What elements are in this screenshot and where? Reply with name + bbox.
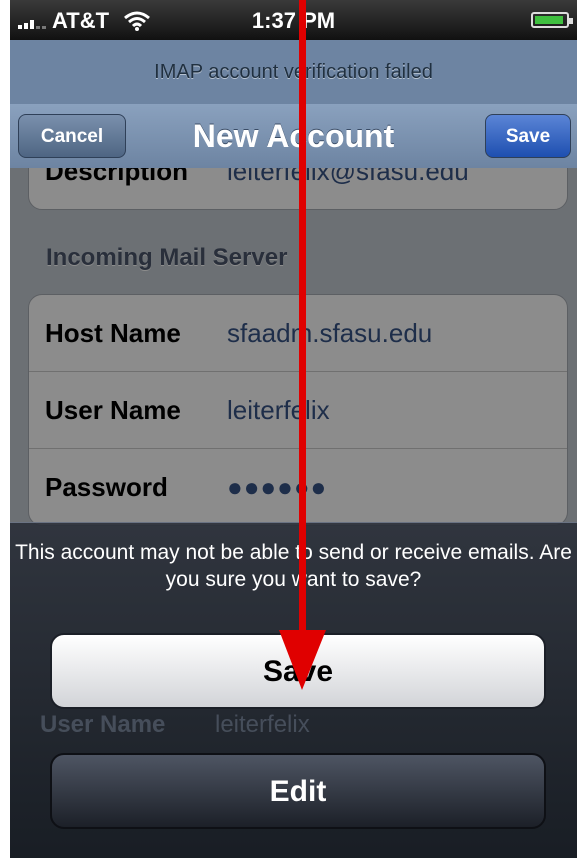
edit-button[interactable]: Edit [50,753,546,829]
obscured-user-name-row: User Name leiterfelix [40,711,310,739]
confirm-save-button[interactable]: Save [50,633,546,709]
obscured-user-name-value: leiterfelix [215,711,310,738]
nav-save-button[interactable]: Save [485,114,571,158]
battery-icon [531,12,573,28]
navigation-bar: Cancel New Account Save [10,104,577,168]
status-time: 1:37 PM [251,8,336,33]
action-sheet: This account may not be able to send or … [10,522,577,858]
obscured-user-name-label: User Name [40,711,166,738]
action-sheet-message: This account may not be able to send or … [15,541,572,591]
iphone-screen: AT&T 1:37 PM IMAP account verification f… [10,0,577,858]
status-bar: AT&T 1:37 PM [10,0,577,40]
nav-prompt: IMAP account verification failed [10,40,577,104]
